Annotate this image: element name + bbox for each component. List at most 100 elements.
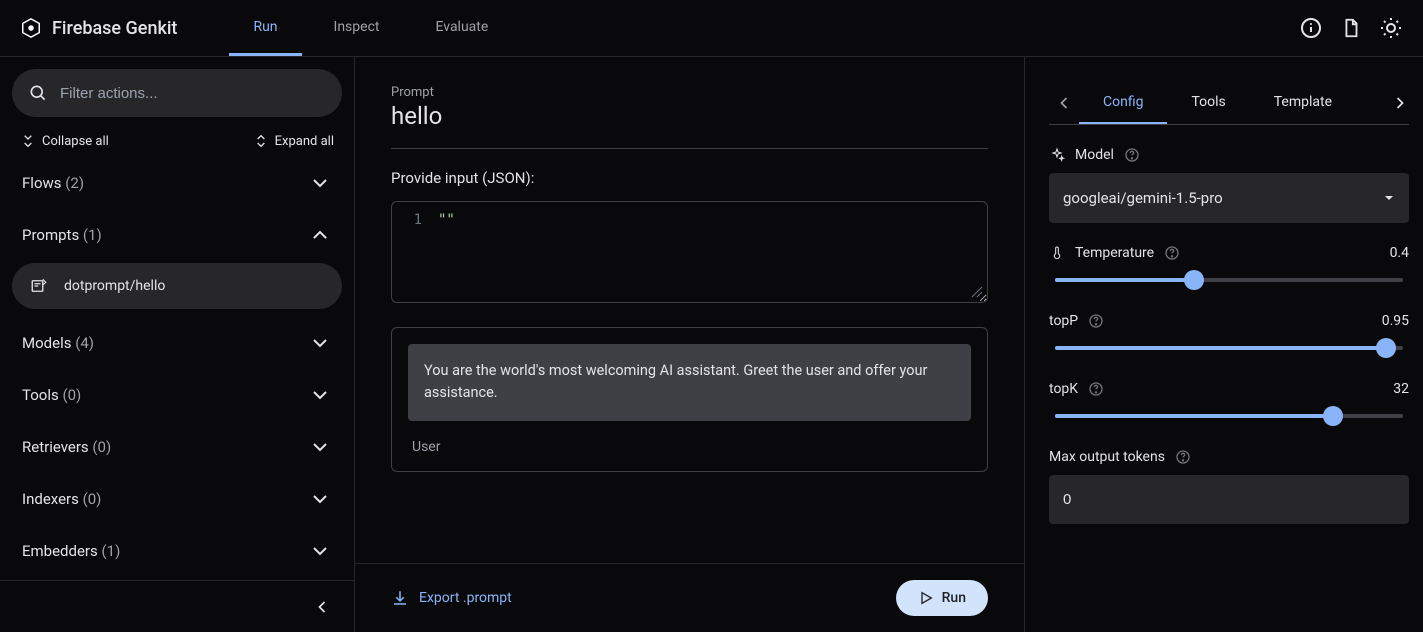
topp-label: topP	[1049, 313, 1372, 329]
play-icon	[918, 590, 934, 606]
group-retrievers[interactable]: Retrievers (0)	[12, 421, 342, 473]
group-label: Tools	[22, 386, 59, 404]
collapse-all-button[interactable]: Collapse all	[20, 133, 109, 149]
collapse-all-label: Collapse all	[42, 134, 109, 149]
message-role: User	[408, 439, 971, 455]
chevron-down-icon	[308, 383, 332, 407]
topk-label: topK	[1049, 381, 1383, 397]
chevron-down-icon	[308, 435, 332, 459]
input-label: Provide input (JSON):	[391, 169, 988, 187]
brand: Firebase Genkit	[8, 17, 189, 39]
group-label: Prompts	[22, 226, 79, 244]
temperature-label: Temperature	[1049, 245, 1380, 261]
json-input[interactable]: 1 ""	[391, 201, 988, 303]
collapse-icon	[20, 133, 36, 149]
tab-inspect[interactable]: Inspect	[310, 0, 404, 56]
line-number: 1	[404, 212, 422, 228]
export-label: Export .prompt	[419, 590, 512, 606]
group-flows[interactable]: Flows (2)	[12, 157, 342, 209]
resize-handle-icon[interactable]	[971, 286, 983, 298]
center-footer: Export .prompt Run	[355, 563, 1024, 632]
group-tools[interactable]: Tools (0)	[12, 369, 342, 421]
group-embedders[interactable]: Embedders (1)	[12, 525, 342, 577]
group-count: (0)	[83, 490, 102, 508]
help-icon[interactable]	[1088, 381, 1104, 397]
run-button[interactable]: Run	[896, 580, 988, 616]
sidebar-item-dotprompt-hello[interactable]: dotprompt/hello	[12, 263, 342, 309]
max-tokens-input[interactable]	[1049, 475, 1409, 524]
temperature-value: 0.4	[1390, 245, 1409, 261]
topbar-actions	[1299, 16, 1415, 40]
tab-evaluate[interactable]: Evaluate	[411, 0, 512, 56]
message-preview: You are the world's most welcoming AI as…	[391, 327, 988, 472]
config-panel: Config Tools Template Model googleai/gem…	[1024, 57, 1423, 632]
group-count: (0)	[62, 386, 81, 404]
group-label: Models	[22, 334, 71, 352]
sparkle-icon	[1049, 147, 1065, 163]
search-box[interactable]	[12, 69, 342, 117]
model-label: Model	[1049, 147, 1409, 163]
collapse-sidebar-icon[interactable]	[310, 595, 334, 619]
search-input[interactable]	[60, 85, 326, 102]
group-count: (4)	[75, 334, 94, 352]
chevron-down-icon	[308, 331, 332, 355]
tab-run[interactable]: Run	[229, 0, 301, 56]
group-count: (1)	[102, 542, 121, 560]
theme-toggle-icon[interactable]	[1379, 16, 1403, 40]
run-label: Run	[942, 590, 966, 606]
help-icon[interactable]	[1124, 147, 1140, 163]
group-indexers[interactable]: Indexers (0)	[12, 473, 342, 525]
help-icon[interactable]	[1175, 449, 1191, 465]
export-prompt-button[interactable]: Export .prompt	[391, 589, 512, 607]
chevron-down-icon	[308, 171, 332, 195]
group-count: (1)	[83, 226, 102, 244]
group-count: (0)	[92, 438, 111, 456]
topp-slider[interactable]	[1055, 339, 1403, 357]
json-value: ""	[438, 212, 455, 228]
prompt-item-icon	[30, 277, 48, 295]
temperature-slider[interactable]	[1055, 271, 1403, 289]
scroll-left-icon[interactable]	[1049, 93, 1079, 113]
message-bubble: You are the world's most welcoming AI as…	[408, 344, 971, 421]
search-icon	[28, 83, 48, 103]
group-label: Embedders	[22, 542, 98, 560]
divider	[391, 148, 988, 149]
prompt-type-label: Prompt	[391, 85, 988, 100]
sidebar: Collapse all Expand all Flows (2) Prompt…	[0, 57, 355, 632]
page-title: hello	[391, 102, 988, 130]
group-prompts[interactable]: Prompts (1)	[12, 209, 342, 261]
thermometer-icon	[1049, 245, 1065, 261]
info-icon[interactable]	[1299, 16, 1323, 40]
document-icon[interactable]	[1339, 16, 1363, 40]
center-pane: Prompt hello Provide input (JSON): 1 "" …	[355, 57, 1024, 632]
model-value: googleai/gemini-1.5-pro	[1063, 189, 1223, 207]
chevron-up-icon	[308, 223, 332, 247]
group-label: Flows	[22, 174, 62, 192]
tab-template[interactable]: Template	[1250, 81, 1340, 124]
scroll-right-icon[interactable]	[1385, 93, 1415, 113]
max-tokens-label: Max output tokens	[1049, 449, 1409, 465]
tab-config[interactable]: Config	[1079, 81, 1167, 124]
firebase-genkit-logo-icon	[20, 17, 42, 39]
chevron-down-icon	[308, 539, 332, 563]
topk-slider[interactable]	[1055, 407, 1403, 425]
model-select[interactable]: googleai/gemini-1.5-pro	[1049, 173, 1409, 223]
group-label: Retrievers	[22, 438, 89, 456]
group-count: (2)	[65, 174, 84, 192]
expand-all-button[interactable]: Expand all	[253, 133, 334, 149]
expand-icon	[253, 133, 269, 149]
help-icon[interactable]	[1164, 245, 1180, 261]
config-tabs: Config Tools Template	[1049, 81, 1409, 125]
main-layout: Collapse all Expand all Flows (2) Prompt…	[0, 57, 1423, 632]
group-models[interactable]: Models (4)	[12, 317, 342, 369]
topbar: Firebase Genkit Run Inspect Evaluate	[0, 0, 1423, 57]
expand-all-label: Expand all	[275, 134, 334, 149]
tab-tools[interactable]: Tools	[1167, 81, 1249, 124]
sidebar-item-label: dotprompt/hello	[64, 278, 165, 294]
brand-text: Firebase Genkit	[52, 18, 177, 39]
group-label: Indexers	[22, 490, 79, 508]
chevron-down-icon	[308, 487, 332, 511]
help-icon[interactable]	[1088, 313, 1104, 329]
dropdown-caret-icon	[1383, 192, 1395, 204]
topk-value: 32	[1393, 381, 1409, 397]
